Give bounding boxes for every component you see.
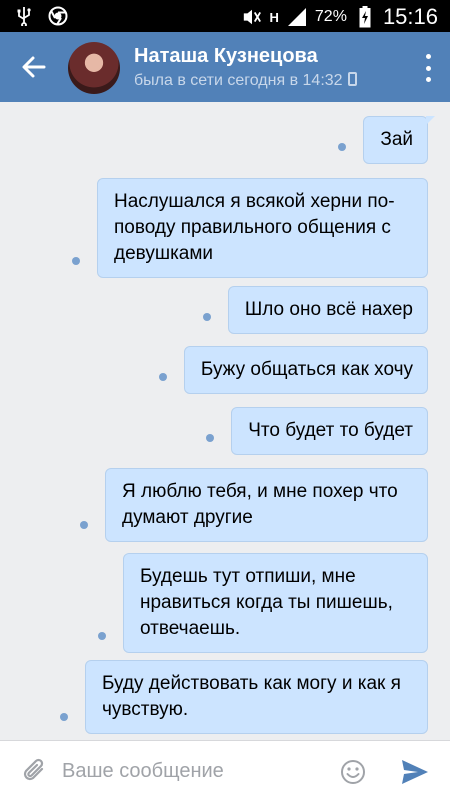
signal-icon	[287, 7, 307, 27]
message-input[interactable]	[62, 753, 322, 789]
mute-icon	[242, 7, 262, 27]
message-list[interactable]: Зай Наслушался я всякой херни по-поводу …	[0, 102, 450, 738]
last-seen-text: была в сети сегодня в 14:32	[134, 72, 343, 89]
emoji-icon	[341, 760, 365, 784]
unread-dot	[338, 143, 347, 151]
unread-dot	[72, 257, 80, 265]
message-text: Бужу общаться как хочу	[200, 359, 413, 380]
message-bubble[interactable]: Что будет то будет	[206, 407, 428, 455]
message-text: Что будет то будет	[248, 420, 413, 441]
back-arrow-icon	[22, 56, 46, 78]
chat-header: Наташа Кузнецова была в сети сегодня в 1…	[0, 32, 450, 102]
send-icon	[402, 760, 428, 784]
back-button[interactable]	[18, 52, 50, 82]
message-text: Буду действовать как могу и как я чувств…	[102, 673, 401, 720]
more-vertical-icon	[425, 54, 431, 59]
compose-bar	[0, 740, 450, 800]
attach-button[interactable]	[22, 757, 48, 785]
message-bubble[interactable]: Наслушался я всякой херни по-поводу прав…	[72, 178, 428, 278]
unread-dot	[202, 313, 211, 321]
unread-dot	[80, 521, 88, 529]
contact-name[interactable]: Наташа Кузнецова	[134, 45, 318, 68]
message-bubble[interactable]: Будешь тут отпиши, мне нравиться когда т…	[98, 553, 428, 653]
chrome-icon	[48, 6, 68, 26]
battery-percent: 72%	[314, 8, 347, 25]
usb-icon	[14, 6, 34, 26]
message-bubble[interactable]: Шло оно всё нахер	[202, 286, 428, 334]
clock: 15:16	[382, 4, 438, 29]
unread-dot	[98, 632, 106, 640]
message-bubble[interactable]: Бужу общаться как хочу	[158, 346, 428, 394]
message-text: Я люблю тебя, и мне похер что думают дру…	[122, 481, 398, 528]
emoji-button[interactable]	[340, 759, 366, 785]
contact-status: была в сети сегодня в 14:32	[134, 72, 357, 90]
message-bubble[interactable]: Зай	[338, 116, 435, 164]
message-bubble[interactable]: Буду действовать как могу и как я чувств…	[60, 660, 428, 734]
message-text: Наслушался я всякой херни по-поводу прав…	[114, 191, 395, 264]
battery-icon	[355, 6, 375, 28]
message-text: Зай	[380, 129, 413, 150]
avatar[interactable]	[68, 42, 120, 94]
message-text: Будешь тут отпиши, мне нравиться когда т…	[140, 566, 393, 639]
phone-icon	[347, 72, 357, 86]
paperclip-icon	[23, 758, 44, 781]
unread-dot	[60, 713, 68, 721]
message-text: Шло оно всё нахер	[244, 299, 413, 320]
status-bar: H 72% 15:16	[0, 0, 450, 32]
more-options-button[interactable]	[424, 54, 432, 82]
network-type: H	[269, 9, 279, 25]
message-bubble[interactable]: Я люблю тебя, и мне похер что думают дру…	[80, 468, 428, 542]
send-button[interactable]	[400, 758, 430, 786]
unread-dot	[158, 373, 167, 381]
unread-dot	[206, 434, 215, 442]
